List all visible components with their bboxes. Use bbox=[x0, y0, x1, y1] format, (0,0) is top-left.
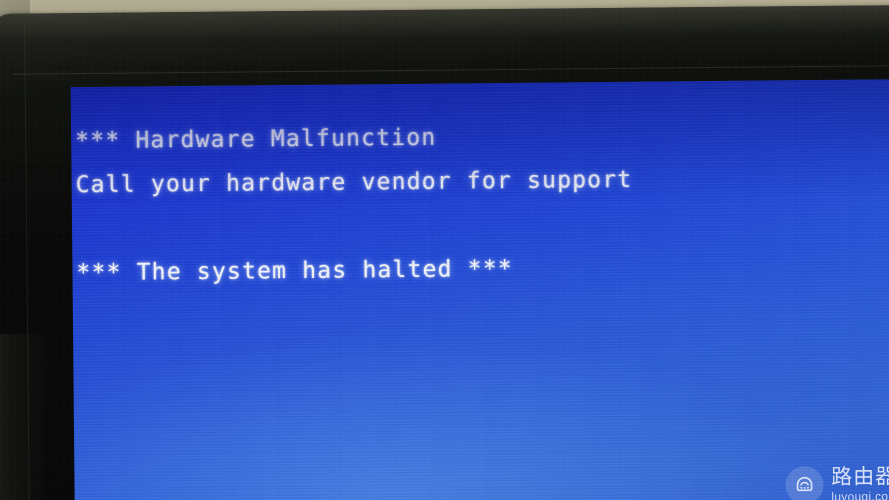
bezel-shadow bbox=[0, 333, 51, 500]
console-text-block: *** Hardware Malfunction Call your hardw… bbox=[71, 111, 889, 295]
console-line-system-halted: *** The system has halted *** bbox=[76, 255, 513, 287]
monitor-screen: *** Hardware Malfunction Call your hardw… bbox=[70, 79, 889, 500]
bezel-highlight bbox=[0, 5, 889, 72]
console-line-call-vendor: Call your hardware vendor for support bbox=[75, 166, 633, 199]
watermark-domain: luyouqi.com bbox=[831, 489, 889, 500]
monitor-bezel: *** Hardware Malfunction Call your hardw… bbox=[0, 5, 889, 500]
photograph-of-monitor: *** Hardware Malfunction Call your hardw… bbox=[0, 0, 889, 500]
router-icon bbox=[785, 465, 824, 500]
console-line-hardware-malfunction: *** Hardware Malfunction bbox=[75, 124, 437, 155]
watermark-text: 路由器 luyouqi.com bbox=[831, 464, 889, 500]
site-watermark: 路由器 luyouqi.com bbox=[785, 464, 889, 500]
watermark-title-cn: 路由器 bbox=[831, 464, 889, 489]
